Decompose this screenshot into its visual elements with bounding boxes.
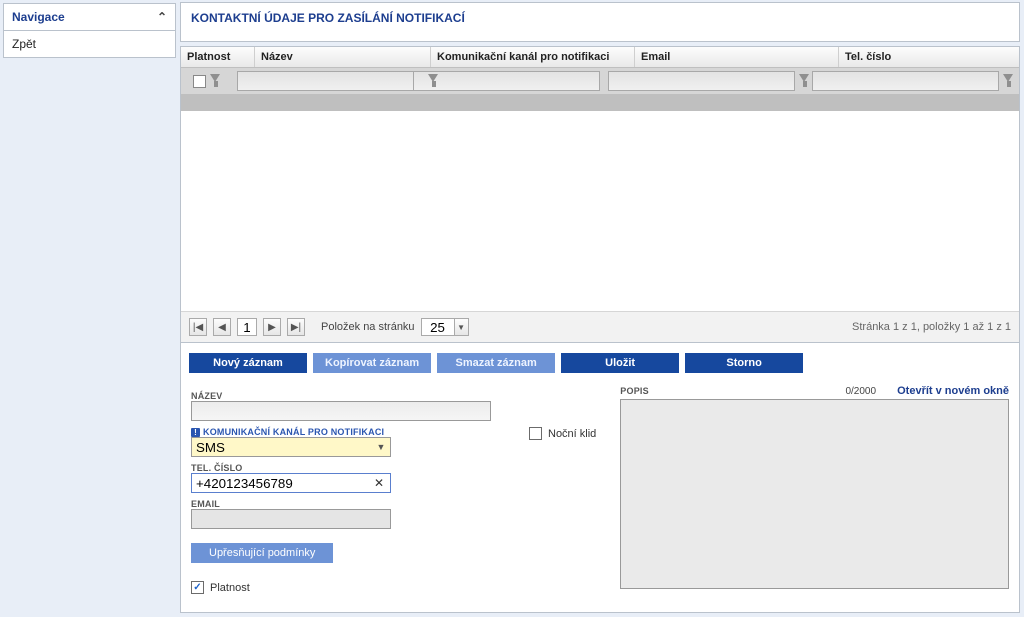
sidebar-panel: Navigace ⌃ Zpět [3, 3, 176, 58]
filter-input-tel[interactable] [812, 71, 999, 91]
checkbox-nocni-klid[interactable]: ✓ [529, 427, 542, 440]
sidebar-title: Navigace [12, 10, 65, 24]
pager-last-button[interactable]: ▶| [287, 318, 305, 336]
action-bar: Nový záznam Kopírovat záznam Smazat zázn… [180, 343, 1020, 379]
grid-panel: Platnost Název Komunikační kanál pro not… [180, 46, 1020, 343]
delete-record-button[interactable]: Smazat záznam [437, 353, 555, 373]
clear-icon[interactable]: ✕ [371, 475, 387, 491]
label-nazev: NÁZEV [191, 391, 501, 401]
filter-input-komkanal[interactable] [413, 71, 600, 91]
panel-title: KONTAKTNÍ ÚDAJE PRO ZASÍLÁNÍ NOTIFIKACÍ [181, 3, 1019, 33]
pager: |◀ ◀ ▶ ▶| Položek na stránku ▼ Stránka 1… [181, 311, 1019, 342]
title-panel: KONTAKTNÍ ÚDAJE PRO ZASÍLÁNÍ NOTIFIKACÍ [180, 2, 1020, 42]
column-header-komkanal[interactable]: Komunikační kanál pro notifikaci [431, 47, 635, 67]
column-header-email[interactable]: Email [635, 47, 839, 67]
column-header-platnost[interactable]: Platnost [181, 47, 255, 67]
checkbox-platnost[interactable]: ✓ [191, 581, 204, 594]
filter-input-email[interactable] [608, 71, 795, 91]
label-tel: TEL. ČÍSLO [191, 463, 501, 473]
page-size-input[interactable] [421, 318, 455, 336]
filter-input-nazev[interactable] [237, 71, 424, 91]
label-email: EMAIL [191, 499, 501, 509]
pager-next-button[interactable]: ▶ [263, 318, 281, 336]
grid-header: Platnost Název Komunikační kanál pro not… [181, 47, 1019, 68]
label-popis: POPIS [620, 386, 649, 396]
input-nazev[interactable] [191, 401, 491, 421]
sidebar-item-back[interactable]: Zpět [4, 31, 175, 57]
filter-icon[interactable] [210, 74, 222, 88]
required-icon: ! [191, 428, 200, 437]
pager-prev-button[interactable]: ◀ [213, 318, 231, 336]
input-tel[interactable] [191, 473, 391, 493]
save-button[interactable]: Uložit [561, 353, 679, 373]
pager-first-button[interactable]: |◀ [189, 318, 207, 336]
filter-checkbox-platnost[interactable] [193, 75, 206, 88]
label-platnost: Platnost [210, 582, 250, 594]
open-new-window-link[interactable]: Otevřít v novém okně [897, 385, 1009, 397]
chevron-down-icon[interactable]: ▼ [372, 438, 390, 456]
cancel-button[interactable]: Storno [685, 353, 803, 373]
textarea-popis[interactable] [620, 399, 1009, 589]
select-komkanal[interactable] [191, 437, 391, 457]
label-komkanal: !KOMUNIKAČNÍ KANÁL PRO NOTIFIKACI [191, 427, 501, 437]
grid-filter-row [181, 68, 1019, 95]
grid-body [181, 95, 1019, 311]
column-header-nazev[interactable]: Název [255, 47, 431, 67]
filter-icon[interactable] [1003, 74, 1015, 88]
sidebar-header[interactable]: Navigace ⌃ [4, 4, 175, 31]
form-area: NÁZEV !KOMUNIKAČNÍ KANÁL PRO NOTIFIKACI … [180, 379, 1020, 613]
page-size-dropdown[interactable]: ▼ [455, 318, 469, 336]
copy-record-button[interactable]: Kopírovat záznam [313, 353, 431, 373]
refine-conditions-button[interactable]: Upřesňující podmínky [191, 543, 333, 563]
new-record-button[interactable]: Nový záznam [189, 353, 307, 373]
chevron-up-icon: ⌃ [157, 10, 167, 24]
input-email [191, 509, 391, 529]
pager-info: Stránka 1 z 1, položky 1 až 1 z 1 [852, 321, 1011, 333]
filter-icon[interactable] [428, 74, 438, 88]
sidebar-item-label: Zpět [12, 37, 36, 51]
pager-page-input[interactable] [237, 318, 257, 336]
page-size-label: Položek na stránku [321, 321, 415, 333]
filter-icon[interactable] [799, 74, 809, 88]
column-header-tel[interactable]: Tel. číslo [839, 47, 1019, 67]
label-nocni-klid: Noční klid [548, 428, 596, 440]
popis-counter: 0/2000 [845, 386, 876, 397]
